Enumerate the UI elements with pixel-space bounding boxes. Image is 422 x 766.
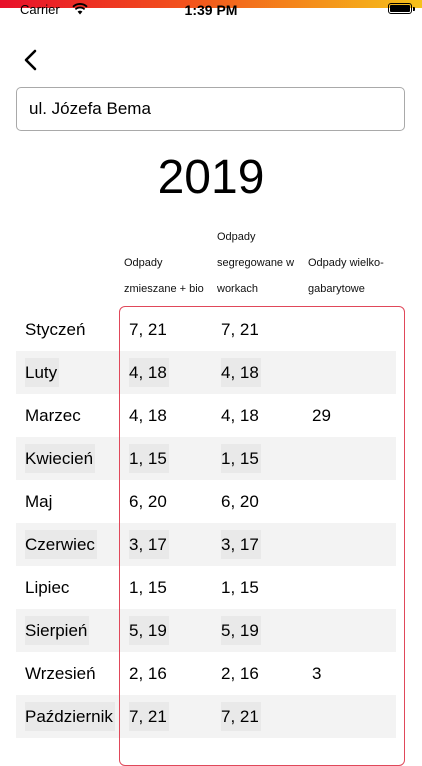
- month-cell: Styczeń: [25, 320, 86, 339]
- month-cell: Czerwiec: [25, 530, 97, 559]
- column-header-mixed: Odpady zmieszane + bio: [124, 257, 204, 295]
- column-header-segregated: Odpady segregowane w workach: [217, 231, 295, 295]
- month-cell: Lipiec: [25, 578, 70, 597]
- column-header-bulky: Odpady wielko-gabarytowe: [308, 257, 384, 295]
- chevron-left-icon: [24, 49, 37, 71]
- month-cell: Kwiecień: [25, 444, 96, 473]
- status-time: 1:39 PM: [184, 2, 238, 18]
- battery-icon: [388, 3, 415, 14]
- month-cell: Marzec: [25, 406, 81, 425]
- month-cell: Wrzesień: [25, 664, 96, 683]
- year-title: 2019: [157, 151, 265, 204]
- month-cell: Luty: [25, 358, 60, 387]
- month-cell: Maj: [25, 492, 53, 511]
- back-button[interactable]: [18, 46, 46, 74]
- month-cell: Sierpień: [25, 616, 90, 645]
- address-field[interactable]: ul. Józefa Bema: [16, 87, 405, 131]
- highlight-frame: [119, 306, 405, 766]
- status-bar: Carrier 1:39 PM: [0, 0, 422, 22]
- month-cell: Październik: [25, 702, 115, 731]
